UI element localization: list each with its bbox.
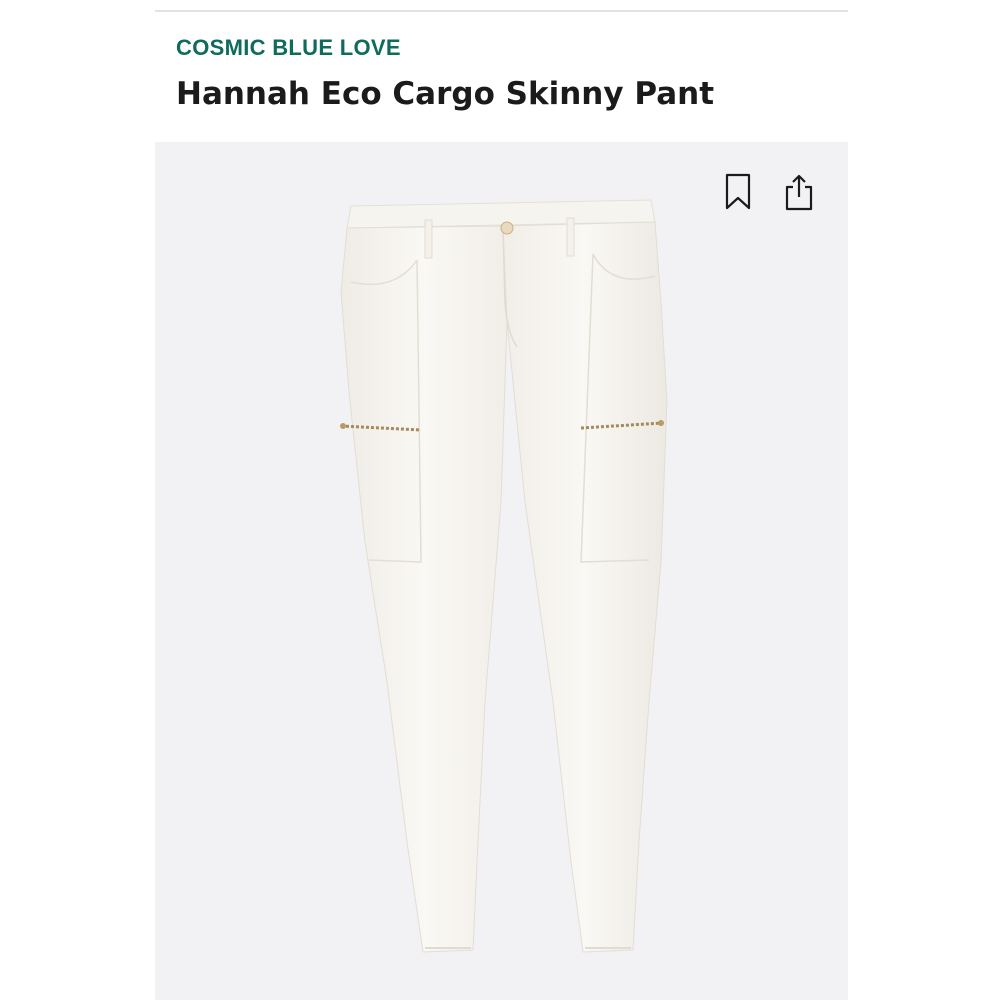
share-icon (785, 174, 813, 211)
product-card: COSMIC BLUE LOVE Hannah Eco Cargo Skinny… (155, 0, 848, 1000)
product-image (340, 199, 668, 953)
product-title: Hannah Eco Cargo Skinny Pant (176, 76, 715, 112)
brand-name[interactable]: COSMIC BLUE LOVE (176, 35, 401, 61)
product-page: COSMIC BLUE LOVE Hannah Eco Cargo Skinny… (0, 0, 1000, 1000)
bookmark-button[interactable] (718, 172, 758, 212)
share-button[interactable] (779, 172, 819, 212)
bookmark-icon (725, 173, 751, 210)
product-header: COSMIC BLUE LOVE Hannah Eco Cargo Skinny… (155, 12, 848, 142)
product-image-area[interactable] (155, 142, 848, 1000)
